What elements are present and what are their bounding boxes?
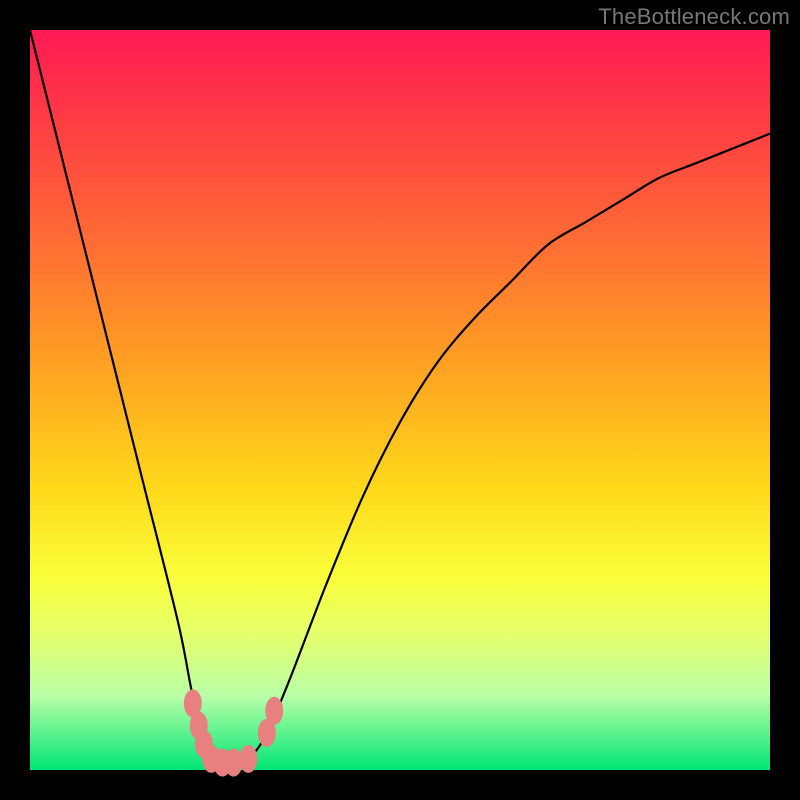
curve-svg [30, 30, 770, 770]
watermark-text: TheBottleneck.com [598, 4, 790, 30]
chart-frame: TheBottleneck.com [0, 0, 800, 800]
plot-area [30, 30, 770, 770]
curve-marker [265, 697, 283, 725]
curve-marker [239, 745, 257, 773]
curve-markers [184, 689, 283, 776]
bottleneck-curve [30, 30, 770, 770]
